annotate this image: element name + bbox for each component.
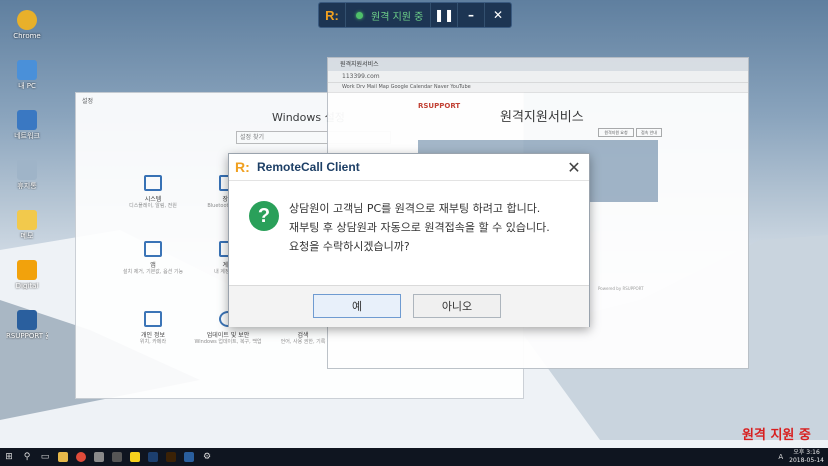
remotecall-dialog: R: RemoteCall Client ✕ ? 상담원이 고객님 PC를 원격… (228, 153, 590, 327)
settings-item-system[interactable]: 시스템 디스플레이, 알림, 전원 (113, 175, 193, 209)
dialog-titlebar: R: RemoteCall Client ✕ (229, 154, 589, 181)
pause-button[interactable]: ❚❚ (430, 3, 457, 27)
taskbar-app[interactable]: ⚙ (198, 448, 216, 466)
chat-icon (130, 452, 140, 462)
taskbar: ⊞ ⚲ ▭ ⚙ A 오후 3:16 2018-05-14 (0, 448, 828, 466)
calculator-icon (112, 452, 122, 462)
windows-icon: ⊞ (5, 452, 13, 462)
remotecall-logo-icon: R: (319, 3, 346, 27)
page-title: 원격지원서비스 (500, 110, 584, 125)
tray-language[interactable]: A (778, 453, 783, 461)
desktop-icon[interactable]: 메모 (6, 210, 48, 254)
desktop-icon[interactable]: 휴지통 (6, 160, 48, 204)
taskbar-app[interactable] (180, 448, 198, 466)
desktop-icon[interactable]: Chrome (6, 10, 48, 54)
close-icon: ✕ (492, 8, 504, 22)
settings-item-apps[interactable]: 앱 설치 제거, 기본값, 옵션 기능 (113, 241, 193, 275)
dialog-close-button[interactable]: ✕ (563, 156, 585, 178)
desktop-icon[interactable]: Digital (6, 260, 48, 304)
start-button[interactable]: ⊞ (0, 448, 18, 466)
yes-button[interactable]: 예 (313, 294, 401, 318)
minimize-button[interactable]: – (457, 3, 484, 27)
minimize-icon: – (468, 8, 474, 22)
illustrator-icon (166, 452, 176, 462)
task-view-icon: ▭ (40, 452, 50, 462)
app-icon (17, 260, 37, 280)
browser-tab[interactable]: 원격지원서비스 (328, 58, 748, 71)
remote-support-watermark: 원격 지원 중 (742, 428, 811, 443)
note-icon (17, 210, 37, 230)
search-button[interactable]: ⚲ (18, 448, 36, 466)
request-support-button[interactable]: 원격지원 요청 (598, 128, 634, 137)
dialog-title: RemoteCall Client (257, 160, 360, 174)
remote-status: 원격 지원 중 (346, 8, 430, 23)
question-icon: ? (249, 201, 279, 231)
network-icon (17, 110, 37, 130)
page-footer: Powered by RSUPPORT (598, 286, 644, 291)
connect-guide-button[interactable]: 접속 안내 (636, 128, 662, 137)
dialog-footer: 예 아니오 (229, 285, 589, 327)
close-button[interactable]: ✕ (484, 3, 511, 27)
recycle-bin-icon (17, 160, 37, 180)
taskbar-app[interactable] (90, 448, 108, 466)
message-line: 재부팅 후 상담원과 자동으로 원격접속을 할 수 있습니다. (289, 221, 550, 234)
remote-status-text: 원격 지원 중 (371, 11, 424, 23)
clock-time: 오후 3:16 (793, 449, 820, 456)
taskbar-app[interactable] (162, 448, 180, 466)
remote-toolbar: R: 원격 지원 중 ❚❚ – ✕ (318, 2, 512, 28)
search-icon: ⚲ (23, 452, 31, 462)
close-icon: ✕ (567, 157, 581, 177)
taskbar-app[interactable] (108, 448, 126, 466)
desktop-icon[interactable]: 내 PC (6, 60, 48, 104)
monitor-icon (144, 175, 162, 191)
apps-list-icon (144, 241, 162, 257)
lock-icon (144, 311, 162, 327)
message-line: 요청을 수락하시겠습니까? (289, 240, 410, 253)
bookmarks-bar[interactable]: Work Drv Mail Map Google Calendar Naver … (328, 83, 748, 93)
address-bar[interactable]: 113399.com (328, 71, 748, 83)
app-icon (94, 452, 104, 462)
status-dot-icon (356, 11, 363, 19)
no-button[interactable]: 아니오 (413, 294, 501, 318)
settings-gear-icon: ⚙ (202, 452, 212, 462)
chrome-icon (17, 10, 37, 30)
desktop-icon[interactable]: RSUPPORT 원격지원 (6, 310, 48, 354)
brand-logo: RSUPPORT (418, 102, 461, 110)
photoshop-icon (148, 452, 158, 462)
remotecall-logo-icon: R: (235, 159, 250, 175)
dialog-message: 상담원이 고객님 PC를 원격으로 재부팅 하려고 합니다. 재부팅 후 상담원… (289, 199, 550, 256)
file-explorer-icon (58, 452, 68, 462)
task-view-button[interactable]: ▭ (36, 448, 54, 466)
clock-date: 2018-05-14 (789, 457, 824, 464)
taskbar-app[interactable] (144, 448, 162, 466)
taskbar-app[interactable] (54, 448, 72, 466)
taskbar-app[interactable] (72, 448, 90, 466)
remote-support-icon (17, 310, 37, 330)
system-tray: A 오후 3:16 2018-05-14 (778, 448, 824, 466)
desktop-icon[interactable]: 네트워크 (6, 110, 48, 154)
clock[interactable]: 오후 3:16 2018-05-14 (789, 449, 824, 465)
message-line: 상담원이 고객님 PC를 원격으로 재부팅 하려고 합니다. (289, 202, 541, 215)
dialog-body: ? 상담원이 고객님 PC를 원격으로 재부팅 하려고 합니다. 재부팅 후 상… (229, 181, 589, 285)
desktop-icons: Chrome 내 PC 네트워크 휴지통 메모 Digital RSUPPORT… (6, 10, 48, 360)
chrome-icon (76, 452, 86, 462)
pause-icon: ❚❚ (433, 8, 455, 22)
taskbar-app[interactable] (126, 448, 144, 466)
remote-support-icon (184, 452, 194, 462)
settings-item-privacy[interactable]: 개인 정보 위치, 카메라 (113, 311, 193, 345)
computer-icon (17, 60, 37, 80)
